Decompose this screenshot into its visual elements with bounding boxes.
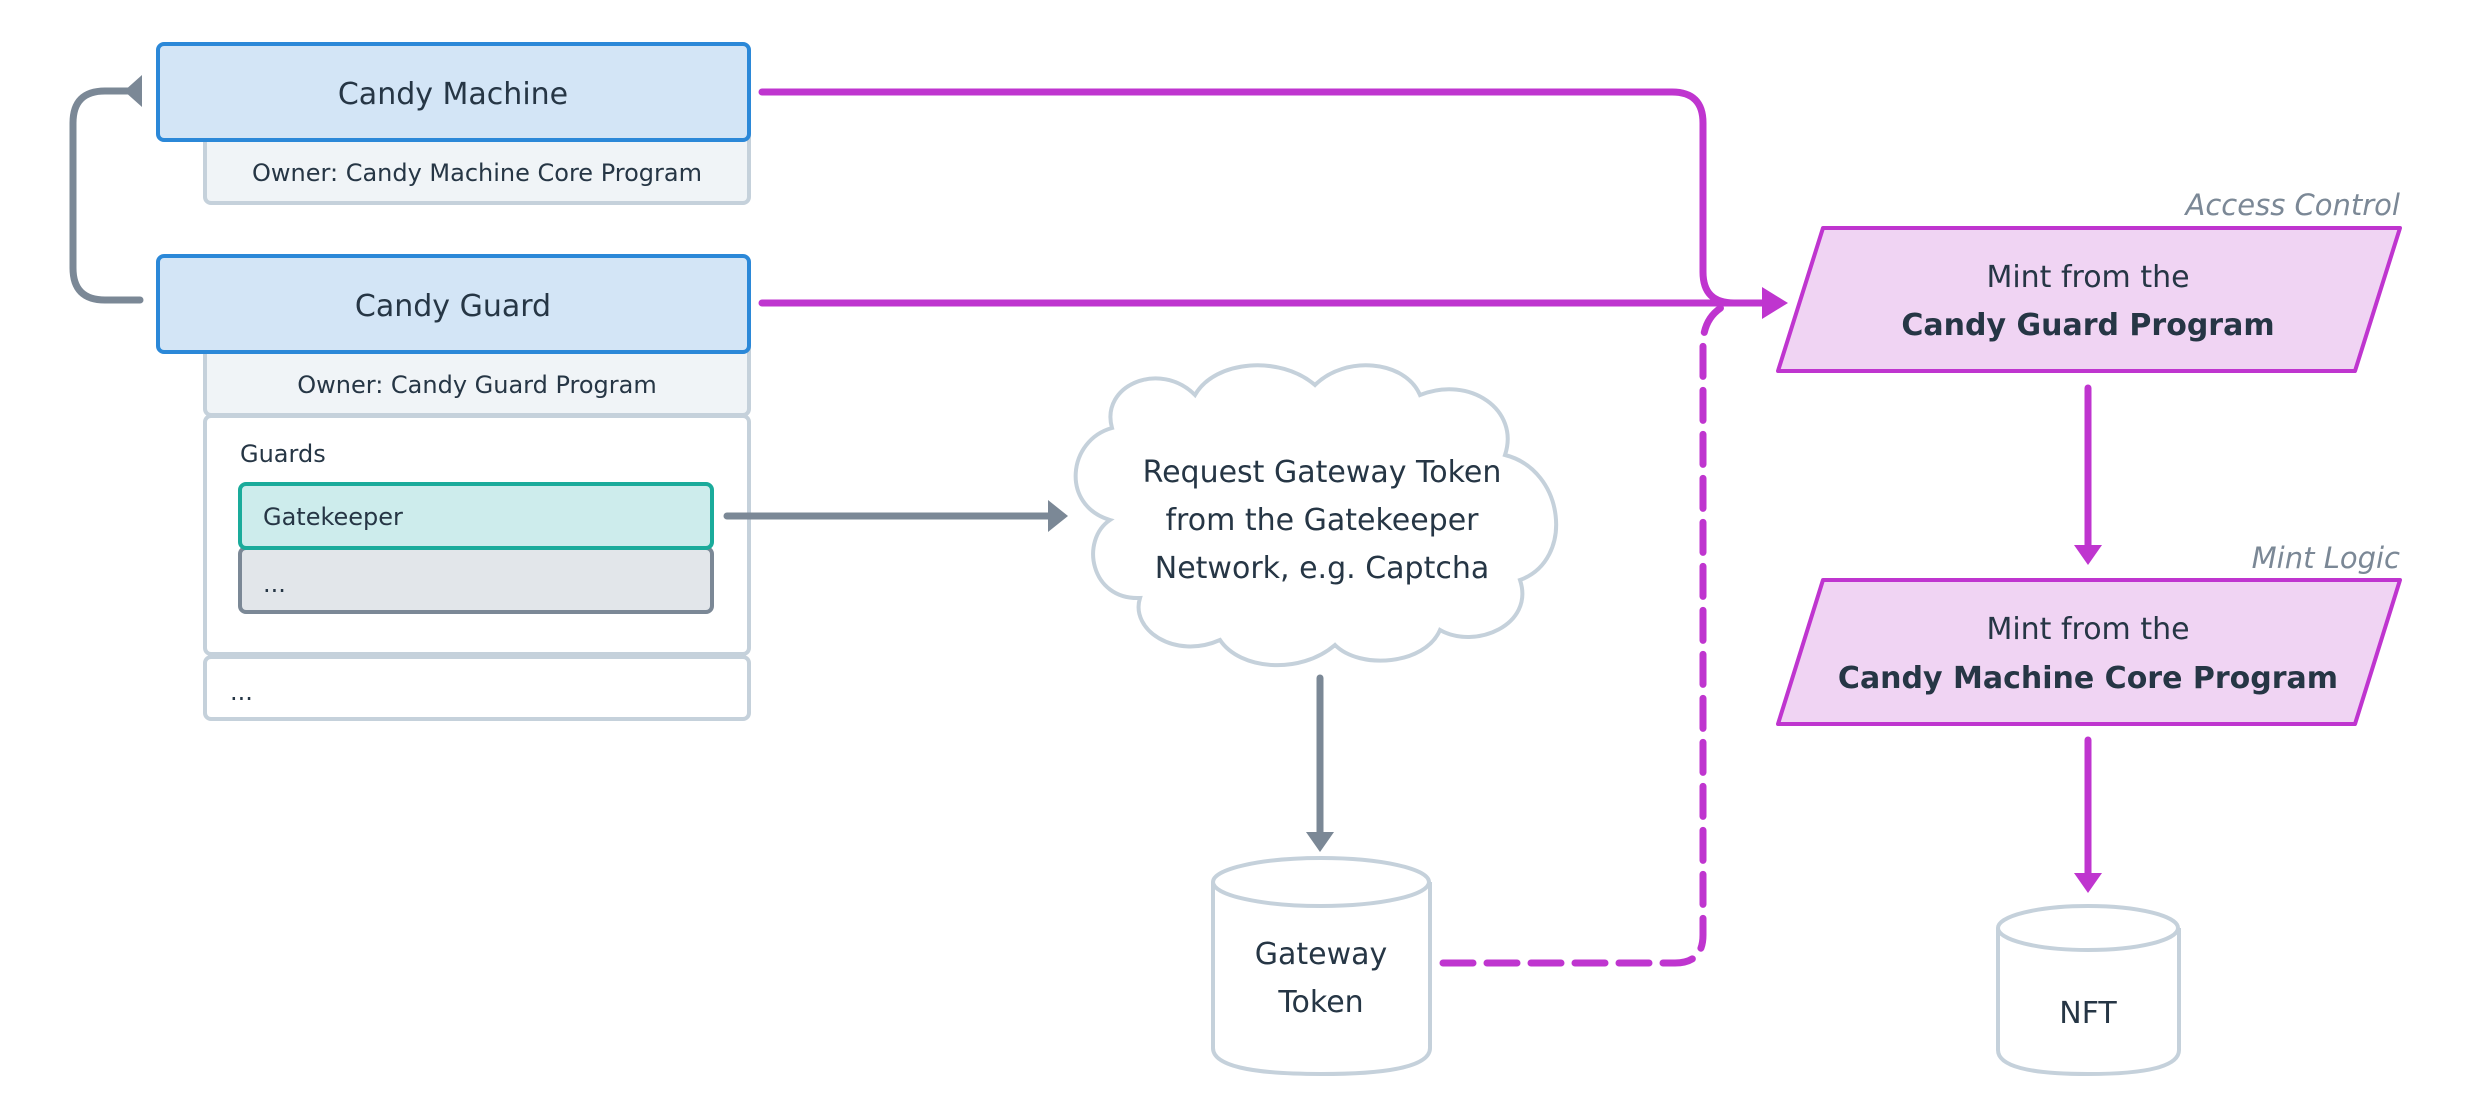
arrowhead-icon <box>1306 832 1334 852</box>
mint-logic-step[interactable]: Mint Logic Mint from the Candy Machine C… <box>1776 541 2402 726</box>
guard-to-access-control-flow <box>758 287 1788 319</box>
guard-item-gatekeeper-label: Gatekeeper <box>263 503 403 531</box>
nft-cylinder[interactable]: NFT <box>1996 904 2181 1077</box>
access-control-parallelogram <box>1776 226 2402 373</box>
gatekeeper-to-request-connector <box>723 500 1068 532</box>
arrowhead-icon <box>2074 545 2102 565</box>
mint-logic-line-1: Mint from the <box>1986 612 2189 647</box>
guards-label: Guards <box>240 440 326 468</box>
guard-to-machine-connector <box>69 75 144 304</box>
gateway-token-line-1: Gateway <box>1255 937 1388 972</box>
machine-to-access-control-flow <box>758 88 1764 307</box>
access-control-label: Access Control <box>2184 188 2400 222</box>
arrowhead-icon <box>124 75 142 107</box>
mint-logic-label: Mint Logic <box>2252 541 2400 575</box>
request-gateway-token-cloud[interactable]: Request Gateway Token from the Gatekeepe… <box>1073 363 1559 667</box>
candy-guard-more-label: ... <box>230 678 253 706</box>
arrowhead-icon <box>2074 873 2102 893</box>
candy-machine-guard-diagram: Owner: Candy Machine Core Program Candy … <box>69 42 2402 1077</box>
cylinder-top <box>1211 856 1431 908</box>
gateway-token-cylinder[interactable]: Gateway Token <box>1211 856 1432 1077</box>
mint-logic-to-nft-flow <box>2074 736 2102 893</box>
access-control-line-1: Mint from the <box>1986 260 2189 295</box>
guard-item-more[interactable] <box>238 546 714 614</box>
cloud-line-2: from the Gatekeeper <box>1165 503 1479 538</box>
cylinder-top <box>1996 904 2180 952</box>
candy-guard-owner-label: Owner: Candy Guard Program <box>297 371 656 399</box>
gateway-token-line-2: Token <box>1277 985 1363 1020</box>
candy-machine-title: Candy Machine <box>338 77 568 112</box>
candy-guard-title: Candy Guard <box>355 289 551 324</box>
candy-guard-more-panel <box>203 655 751 721</box>
cylinder-body <box>1211 882 1432 1077</box>
guard-item-more-label: ... <box>263 570 286 598</box>
cloud-line-1: Request Gateway Token <box>1143 455 1502 490</box>
candy-machine-account[interactable]: Owner: Candy Machine Core Program Candy … <box>156 42 751 205</box>
mint-logic-parallelogram <box>1776 578 2402 726</box>
arrowhead-icon <box>1048 500 1068 532</box>
candy-machine-owner-label: Owner: Candy Machine Core Program <box>252 159 702 187</box>
mint-logic-line-2: Candy Machine Core Program <box>1838 661 2338 696</box>
candy-guard-account[interactable]: ... Guards ... Gatekeeper Owner: Candy G… <box>156 254 751 721</box>
arrowhead-icon <box>1762 287 1788 319</box>
access-control-to-mint-logic-flow <box>2074 384 2102 565</box>
request-to-gateway-token-connector <box>1306 674 1334 852</box>
nft-label: NFT <box>2059 996 2117 1031</box>
access-control-step[interactable]: Access Control Mint from the Candy Guard… <box>1776 188 2402 373</box>
cloud-line-3: Network, e.g. Captcha <box>1155 551 1489 586</box>
access-control-line-2: Candy Guard Program <box>1901 308 2274 343</box>
